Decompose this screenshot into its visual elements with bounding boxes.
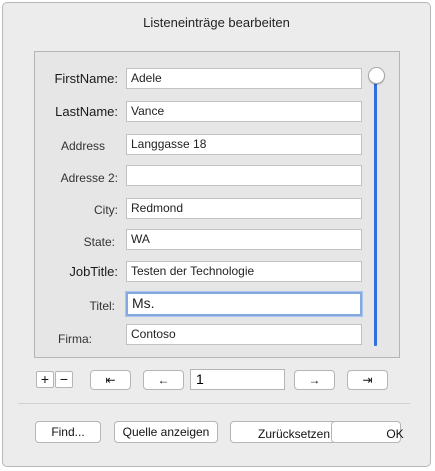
find-button[interactable]: Find... <box>35 421 101 443</box>
address-label: Address <box>60 139 105 153</box>
address2-input[interactable] <box>126 165 362 186</box>
record-slider-thumb[interactable] <box>368 67 385 84</box>
reset-label: Zurücksetzen <box>257 427 331 441</box>
address-input[interactable]: Langgasse 18 <box>126 134 362 155</box>
last-record-icon: ⇥ <box>362 373 373 387</box>
arrow-right-icon: → <box>308 373 321 387</box>
firstname-label: FirstName: <box>54 71 118 86</box>
first-record-icon: ⇤ <box>105 373 116 387</box>
city-label: City: <box>94 203 118 217</box>
dialog-title: Listeneinträge bearbeiten <box>143 15 290 30</box>
last-record-button[interactable]: ⇥ <box>347 370 388 390</box>
next-record-button[interactable]: → <box>294 370 335 390</box>
arrow-left-icon: ← <box>157 373 170 387</box>
view-source-button[interactable]: Quelle anzeigen <box>114 421 218 443</box>
add-record-button[interactable]: + <box>36 371 54 388</box>
ok-label: OK <box>386 427 404 441</box>
first-record-button[interactable]: ⇤ <box>90 370 131 390</box>
title-input[interactable]: Ms. <box>126 292 362 316</box>
state-input[interactable]: WA <box>126 229 362 250</box>
state-label: State: <box>83 235 115 249</box>
lastname-input[interactable]: Vance <box>126 101 362 122</box>
lastname-label: LastName: <box>55 104 118 119</box>
record-number-input[interactable]: 1 <box>190 369 285 390</box>
company-input[interactable]: Contoso <box>126 324 362 345</box>
remove-record-button[interactable]: − <box>55 371 73 388</box>
reset-button[interactable]: Zurücksetzen <box>230 421 338 443</box>
ok-button[interactable]: OK <box>331 421 404 443</box>
divider <box>18 403 410 404</box>
previous-record-button[interactable]: ← <box>143 370 184 390</box>
city-input[interactable]: Redmond <box>126 198 362 219</box>
title-label: Titel: <box>89 299 115 313</box>
record-slider-track[interactable] <box>374 76 377 346</box>
firstname-input[interactable]: Adele <box>126 68 362 89</box>
jobtitle-label: JobTitle: <box>69 264 118 279</box>
address2-label: Adresse 2: <box>60 171 118 185</box>
jobtitle-input[interactable]: Testen der Technologie <box>126 261 362 282</box>
company-label: Firma: <box>58 332 92 346</box>
